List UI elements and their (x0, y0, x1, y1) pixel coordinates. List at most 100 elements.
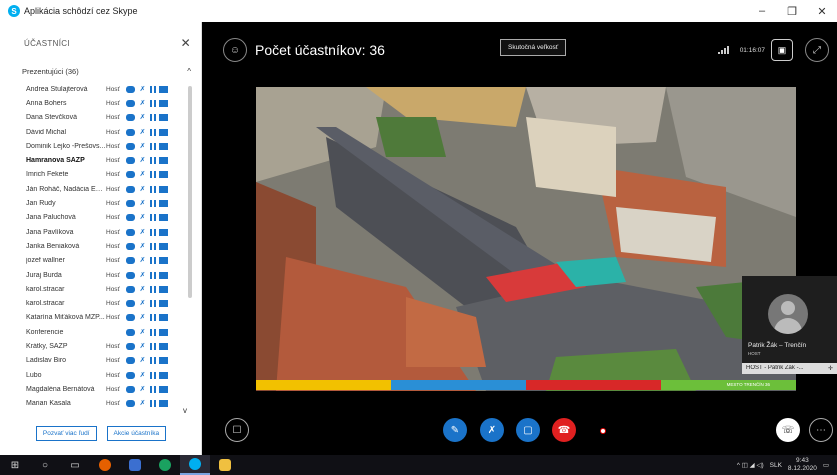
video-status-icon (150, 285, 156, 293)
video-status-icon (150, 400, 156, 408)
participant-row[interactable]: Lubo Hosť ✗ (0, 368, 192, 382)
participant-name: Konferencie (26, 328, 64, 336)
self-view-bar[interactable]: HOST - Patrik Žák -... ✛ (742, 363, 837, 374)
participant-row[interactable]: Dávid Michal Hosť ✗ (0, 125, 192, 139)
participant-row[interactable]: Anna Bohers Hosť ✗ (0, 96, 192, 110)
participant-row[interactable]: Ján Roháč, Nadácia Eko... Hosť ✗ (0, 182, 192, 196)
share-screen-button[interactable]: ▢ (516, 418, 540, 442)
participant-name: Jana Paluchová (26, 214, 76, 222)
self-view-bar-label: HOST - Patrik Žák -... (746, 365, 804, 371)
participant-row[interactable]: karol.stracar Hosť ✗ (0, 282, 192, 296)
mic-off-button[interactable]: ✗ (480, 418, 504, 442)
participant-row[interactable]: jozef wallner Hosť ✗ (0, 254, 192, 268)
layout-icon[interactable]: ▣ (771, 39, 793, 61)
video-status-icon (150, 157, 156, 165)
close-window-button[interactable]: ✕ (807, 5, 837, 18)
participant-row[interactable]: Jana Paluchová Hosť ✗ (0, 211, 192, 225)
signal-strength-icon (718, 46, 729, 54)
fullscreen-icon[interactable]: ⤢ (805, 38, 829, 62)
record-icon[interactable] (600, 428, 606, 434)
participant-row[interactable]: Ladislav Biro Hosť ✗ (0, 354, 192, 368)
mic-status-icon: ✗ (139, 142, 146, 150)
minimize-button[interactable]: – (747, 5, 777, 17)
participant-name: Jana Pavlíkova (26, 228, 74, 236)
firefox-icon[interactable] (90, 455, 120, 475)
true-size-button[interactable]: Skutočná veľkosť (500, 39, 567, 56)
participant-row[interactable]: Konferencie ✗ (0, 325, 192, 339)
video-status-icon (150, 342, 156, 350)
chat-status-icon (126, 142, 135, 150)
windows-start-icon[interactable]: ⊞ (0, 455, 30, 475)
screen-status-icon (159, 171, 168, 179)
app-icon[interactable] (120, 455, 150, 475)
chat-status-icon (126, 357, 135, 365)
video-status-icon (150, 385, 156, 393)
self-view[interactable]: Patrik Žák – Trenčín HOST (742, 276, 837, 373)
chat-icon[interactable]: ☐ (225, 418, 249, 442)
self-view-name: Patrik Žák – Trenčín (748, 342, 807, 349)
participant-role: Hosť (106, 114, 120, 122)
participant-row[interactable]: Jan Rudy Hosť ✗ (0, 196, 192, 210)
mic-status-icon: ✗ (139, 128, 146, 136)
language-indicator[interactable]: SLK (770, 462, 782, 469)
strip-segment (256, 380, 391, 390)
screen-status-icon (159, 228, 168, 236)
participant-row[interactable]: Marian Kasala Hosť ✗ (0, 397, 192, 410)
participant-role: Hosť (106, 342, 120, 350)
screen-status-icon (159, 142, 168, 150)
participant-row[interactable]: Jana Pavlíkova Hosť ✗ (0, 225, 192, 239)
search-icon[interactable]: ○ (30, 455, 60, 475)
participant-row[interactable]: Imrich Fekete Hosť ✗ (0, 168, 192, 182)
camera-off-button[interactable]: ✎ (443, 418, 467, 442)
hang-up-button[interactable]: ☎ (552, 418, 576, 442)
screen-status-icon (159, 342, 168, 350)
participant-row[interactable]: Juraj Burda Hosť ✗ (0, 268, 192, 282)
participant-row[interactable]: Dana Števčková Hosť ✗ (0, 111, 192, 125)
tray-icons[interactable]: ^ ◫ ◢ ◁) (737, 461, 764, 469)
participant-row[interactable]: Andrea Štulajterová Hosť ✗ (0, 82, 192, 96)
restore-button[interactable]: ❐ (777, 5, 807, 18)
chevron-up-icon[interactable]: ^ (187, 67, 191, 76)
participant-row[interactable]: karol.stracar Hosť ✗ (0, 296, 192, 310)
mic-status-icon: ✗ (139, 271, 146, 279)
presenters-group-label: Prezentujúci (36) (22, 66, 79, 76)
mic-status-icon: ✗ (139, 385, 146, 393)
participants-icon[interactable]: ☺ (223, 38, 247, 62)
presenters-group-header[interactable]: Prezentujúci (36) ^ (0, 64, 201, 78)
strip-segment (526, 380, 661, 390)
participant-row[interactable]: Dominik Lejko -Prešovs... Hosť ✗ (0, 139, 192, 153)
chat-status-icon (126, 185, 135, 193)
chrome-icon[interactable] (150, 455, 180, 475)
participant-row[interactable]: Katarína Miťáková MŽP... Hosť ✗ (0, 311, 192, 325)
participant-row[interactable]: Hamranova SAZP Hosť ✗ (0, 153, 192, 167)
mic-status-icon: ✗ (139, 185, 146, 193)
participant-role: Hosť (106, 400, 120, 408)
video-status-icon (150, 357, 156, 365)
more-options-icon[interactable]: ⋯ (809, 418, 833, 442)
participant-role: Hosť (106, 314, 120, 322)
phone-icon[interactable]: ☏ (776, 418, 800, 442)
invite-more-button[interactable]: Pozvať viac ľudí (35, 426, 97, 441)
panel-title: ÚČASTNÍCI (24, 38, 70, 48)
participant-actions-button[interactable]: Akcie účastníka (106, 426, 167, 441)
close-panel-button[interactable]: ✕ (181, 36, 191, 50)
skype-taskbar-icon[interactable] (180, 455, 210, 475)
mic-status-icon: ✗ (139, 99, 146, 107)
pin-icon[interactable]: ✛ (828, 365, 833, 372)
participant-row[interactable]: Janka Beniaková Hosť ✗ (0, 239, 192, 253)
chevron-down-icon[interactable]: v (183, 406, 187, 415)
notifications-icon[interactable]: ▭ (823, 461, 829, 469)
participant-row[interactable]: Krátky, SAŽP Hosť ✗ (0, 339, 192, 353)
participant-name: Ladislav Biro (26, 357, 67, 365)
participants-scrollbar[interactable] (188, 86, 192, 298)
participant-role: Hosť (106, 228, 120, 236)
screen-status-icon (159, 328, 168, 336)
participant-row[interactable]: Magdaléna Bernátová Hosť ✗ (0, 382, 192, 396)
video-status-icon (150, 85, 156, 93)
clock[interactable]: 9:43 8.12.2020 (788, 457, 817, 473)
file-explorer-icon[interactable] (210, 455, 240, 475)
screen-status-icon (159, 200, 168, 208)
participant-name: Juraj Burda (26, 271, 62, 279)
chat-status-icon (126, 371, 135, 379)
task-view-icon[interactable]: ▭ (60, 455, 90, 475)
